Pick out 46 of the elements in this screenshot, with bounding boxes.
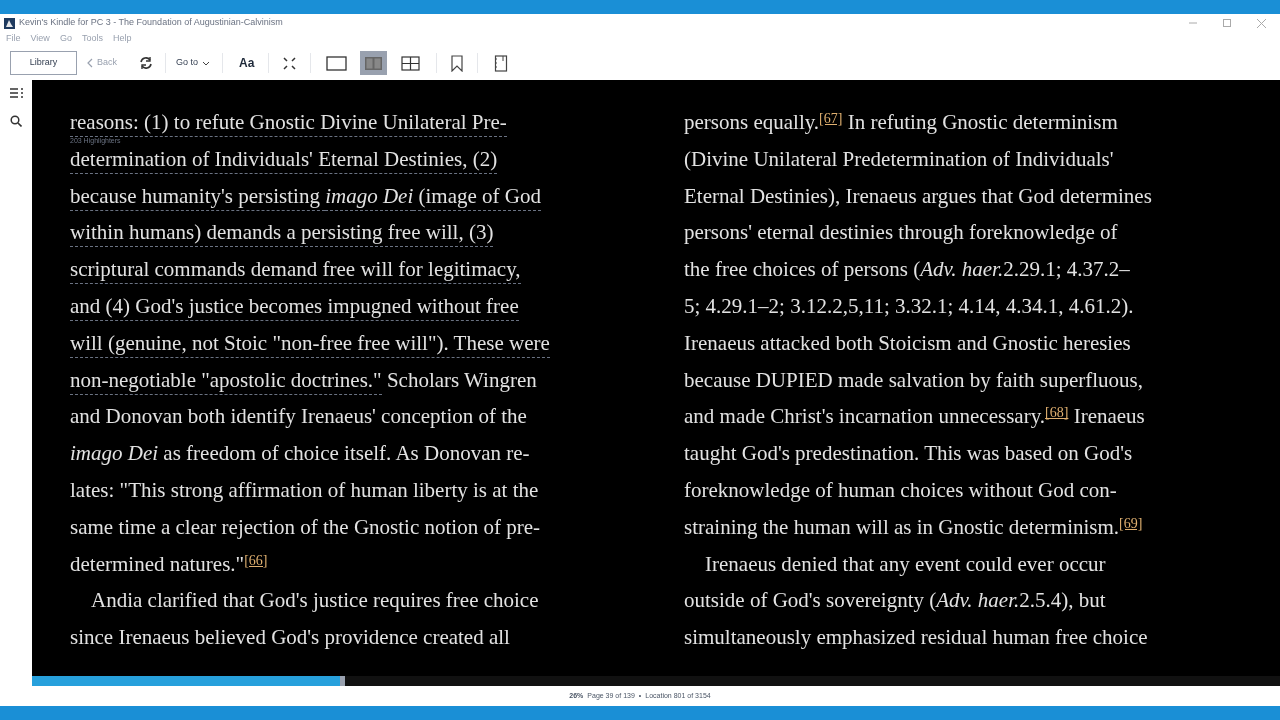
window-title: Kevin's Kindle for PC 3 - The Foundation of Augustinian-Calvinism xyxy=(19,16,283,30)
progress-track[interactable] xyxy=(32,676,1280,686)
footnote-link[interactable]: [68] xyxy=(1045,399,1069,429)
text-line: will (genuine, not Stoic "non-free free will"). These were xyxy=(70,330,550,355)
text-line: Andia clarified that God's justice requires free choice xyxy=(91,588,539,613)
text-line: taught God's predestination. This was based on God's xyxy=(684,441,1133,466)
text-line: scriptural commands demand free will for legitimacy, xyxy=(70,257,521,282)
fullscreen-icon[interactable] xyxy=(283,56,297,70)
text-line: and Donovan both identify Irenaeus' conception of the xyxy=(70,404,527,429)
search-icon[interactable] xyxy=(10,115,22,127)
text-line: persons' eternal destinies through foreknowledge of xyxy=(684,220,1118,245)
footnote-link[interactable]: [67] xyxy=(819,105,843,134)
font-settings-button[interactable]: Aa xyxy=(239,54,255,72)
chevron-left-icon xyxy=(87,58,93,68)
text-line: imago Dei as freedom of choice itself. As Donovan re- xyxy=(70,441,530,466)
text-line: reasons: (1) to refute Gnostic Divine Unilateral Pre- xyxy=(70,110,507,134)
text-line: simultaneously emphasized residual human free choice xyxy=(684,625,1148,650)
text-line: Irenaeus denied that any event could ever occur xyxy=(705,551,1106,576)
text-line: lates: "This strong affirmation of human liberty is at the xyxy=(70,477,539,502)
progress-handle[interactable] xyxy=(340,676,346,686)
text-line: foreknowledge of human choices without God con- xyxy=(684,477,1117,502)
text-line: Eternal Destinies), Irenaeus argues that God determines xyxy=(684,183,1152,208)
two-column-icon[interactable] xyxy=(360,51,388,75)
text-line: same time a clear rejection of the Gnostic notion of pre- xyxy=(70,514,540,539)
text-line: and (4) God's justice becomes impugned without free xyxy=(70,294,519,318)
app-icon xyxy=(4,17,15,29)
text-line: because humanity's persisting imago Dei (image of God xyxy=(70,183,541,208)
text-line: within humans) demands a persisting free will, (3) xyxy=(70,220,494,245)
chevron-down-icon xyxy=(202,60,211,66)
text-line: determination of Individuals' Eternal Destinies, (2) xyxy=(70,146,498,171)
text-line: non-negotiable "apostolic doctrines." Scholars Wingren xyxy=(70,367,537,392)
text-line: Irenaeus attacked both Stoicism and Gnostic heresies xyxy=(684,330,1131,355)
text-line: because DUPIED made salvation by faith superfluous, xyxy=(684,367,1143,392)
notebook-icon[interactable] xyxy=(494,54,509,72)
text-line: the free choices of persons (Adv. haer.2.29.1; 4.37.2– xyxy=(684,257,1130,282)
library-button[interactable]: Library xyxy=(10,51,77,75)
text-line: outside of God's sovereignty (Adv. haer.2.5.4), but xyxy=(684,588,1106,613)
text-line: (Divine Unilateral Predetermination of Individuals' xyxy=(684,146,1114,171)
footnote-link[interactable]: [66] xyxy=(244,546,268,576)
footnote-link[interactable]: [69] xyxy=(1119,509,1143,539)
contents-icon[interactable] xyxy=(9,88,23,99)
text-line: 5; 4.29.1–2; 3.12.2,5,11; 3.32.1; 4.14, 4.34.1, 4.61.2). xyxy=(684,294,1134,318)
go-to-dropdown[interactable]: Go to xyxy=(176,56,211,70)
refresh-icon[interactable] xyxy=(139,56,153,70)
bookmark-icon[interactable] xyxy=(451,54,464,72)
text-line: since Irenaeus believed God's providence created all xyxy=(70,625,510,650)
